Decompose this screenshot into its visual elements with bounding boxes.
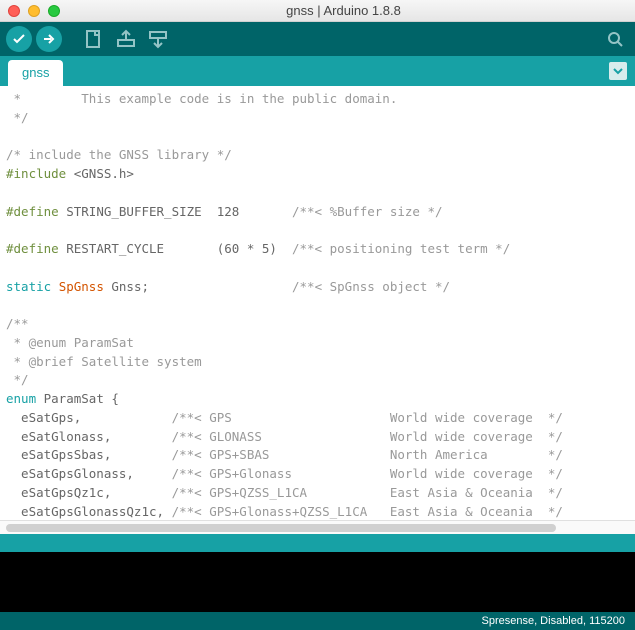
code-line: * @enum ParamSat [6, 335, 134, 350]
code-line: #define STRING_BUFFER_SIZE 128 /**< %Buf… [6, 204, 443, 219]
code-line: * @brief Satellite system [6, 354, 202, 369]
code-line: /* include the GNSS library */ [6, 147, 232, 162]
console-output[interactable] [0, 552, 635, 612]
code-line: eSatGpsGlonassQz1c, /**< GPS+Glonass+QZS… [6, 504, 563, 519]
window-controls [8, 5, 60, 17]
tabstrip: gnss [0, 56, 635, 86]
code-line: eSatGpsQz1c, /**< GPS+QZSS_L1CA East Asi… [6, 485, 563, 500]
code-line: */ [6, 110, 29, 125]
save-button[interactable] [144, 25, 172, 53]
code-editor[interactable]: * This example code is in the public dom… [0, 86, 635, 520]
code-line: static SpGnss Gnss; /**< SpGnss object *… [6, 279, 450, 294]
code-line: #include <GNSS.h> [6, 166, 134, 181]
open-button[interactable] [112, 25, 140, 53]
maximize-icon[interactable] [48, 5, 60, 17]
code-line: eSatGpsSbas, /**< GPS+SBAS North America… [6, 447, 563, 462]
code-line: enum ParamSat { [6, 391, 119, 406]
minimize-icon[interactable] [28, 5, 40, 17]
code-line: eSatGps, /**< GPS World wide coverage */ [6, 410, 563, 425]
upload-button[interactable] [36, 26, 62, 52]
code-line: /** [6, 316, 29, 331]
statusbar: Spresense, Disabled, 115200 [0, 612, 635, 630]
toolbar [0, 22, 635, 56]
window-title: gnss | Arduino 1.8.8 [60, 3, 627, 18]
code-line: eSatGlonass, /**< GLONASS World wide cov… [6, 429, 563, 444]
board-status: Spresense, Disabled, 115200 [481, 615, 625, 627]
tab-gnss[interactable]: gnss [8, 60, 63, 86]
serial-monitor-button[interactable] [601, 25, 629, 53]
tab-menu-button[interactable] [609, 62, 627, 80]
code-line: */ [6, 372, 29, 387]
code-line: * This example code is in the public dom… [6, 91, 397, 106]
horizontal-scrollbar[interactable] [0, 520, 635, 534]
new-button[interactable] [80, 25, 108, 53]
message-bar [0, 534, 635, 552]
code-line: eSatGpsGlonass, /**< GPS+Glonass World w… [6, 466, 563, 481]
verify-button[interactable] [6, 26, 32, 52]
code-line: #define RESTART_CYCLE (60 * 5) /**< posi… [6, 241, 510, 256]
close-icon[interactable] [8, 5, 20, 17]
titlebar: gnss | Arduino 1.8.8 [0, 0, 635, 22]
scrollbar-thumb[interactable] [6, 524, 556, 532]
